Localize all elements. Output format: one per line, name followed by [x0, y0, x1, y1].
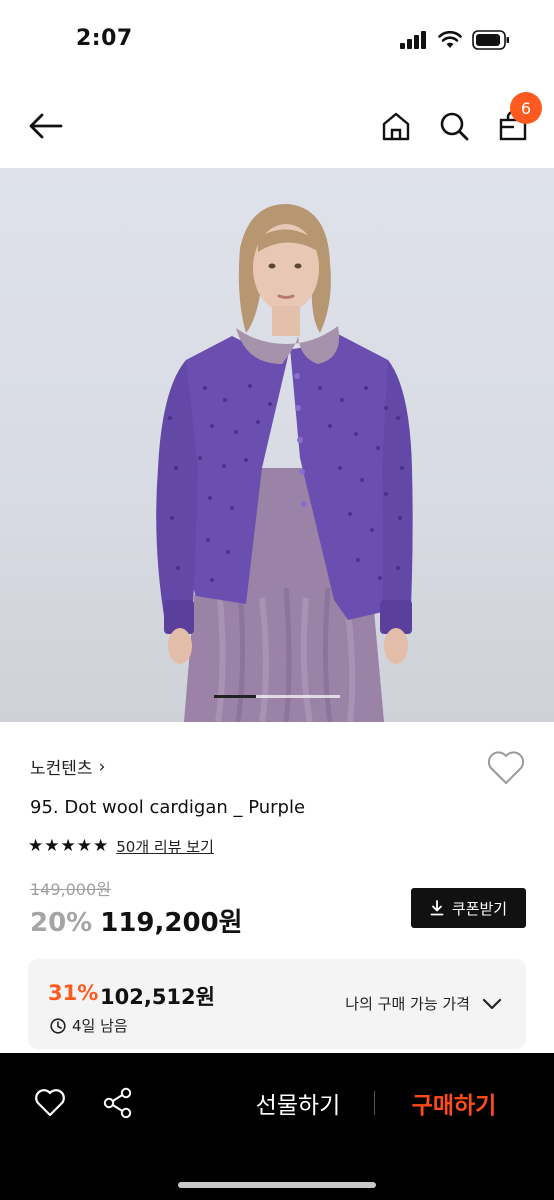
coupon-button[interactable]: 쿠폰받기 [411, 888, 526, 928]
cart-count-badge: 6 [510, 92, 542, 124]
remaining-time: 4일 남음 [50, 1015, 128, 1036]
sale-price: 119,200원 [100, 908, 243, 938]
star-icon: ★ [28, 836, 44, 856]
my-price-toggle[interactable]: 나의 구매 가능 가격 [345, 993, 502, 1014]
heart-icon [35, 1089, 65, 1117]
wifi-icon [438, 31, 462, 48]
carousel-progress-fill [214, 695, 256, 698]
nav-bar [0, 84, 554, 168]
back-button[interactable] [26, 106, 66, 146]
my-price: 102,512원 [100, 985, 215, 1009]
star-icon: ★ [60, 836, 76, 856]
status-time: 2:07 [76, 26, 133, 51]
back-arrow-icon [29, 113, 63, 139]
original-price: 149,000원 [30, 880, 111, 899]
home-button[interactable] [376, 106, 416, 146]
remaining-label: 4일 남음 [72, 1017, 128, 1035]
star-icon: ★ [76, 836, 92, 856]
bottom-action-bar: 선물하기 구매하기 [0, 1053, 554, 1200]
chevron-right-icon: › [98, 756, 106, 777]
star-icon: ★ [44, 836, 60, 856]
buy-button[interactable]: 구매하기 [392, 1083, 516, 1123]
discount-rate: 20% [30, 908, 93, 938]
status-bar: 2:07 [0, 0, 554, 84]
product-name: 95. Dot wool cardigan _ Purple [30, 797, 306, 818]
my-price-label: 나의 구매 가능 가격 [345, 995, 470, 1013]
product-photo [156, 203, 413, 722]
wishlist-heart-icon[interactable] [486, 750, 526, 786]
home-indicator [178, 1182, 376, 1188]
home-icon [382, 112, 410, 141]
share-icon [103, 1087, 132, 1119]
rating-row: ★ ★ ★ ★ ★ 50개 리뷰 보기 [28, 836, 214, 857]
product-image-carousel[interactable] [0, 168, 554, 722]
search-icon [440, 112, 469, 141]
download-icon [430, 900, 444, 916]
divider [374, 1091, 375, 1115]
price-row: 20% 119,200원 [30, 902, 243, 939]
signal-icon [400, 31, 426, 49]
review-link[interactable]: 50개 리뷰 보기 [116, 836, 214, 857]
status-icons [400, 30, 510, 50]
star-rating: ★ ★ ★ ★ ★ [28, 838, 108, 855]
clock-icon [50, 1017, 66, 1034]
carousel-progress [214, 695, 340, 698]
my-price-box[interactable]: 31% 102,512원 4일 남음 나의 구매 가능 가격 [28, 959, 526, 1049]
bottom-wishlist-button[interactable] [32, 1086, 68, 1120]
search-button[interactable] [434, 106, 474, 146]
battery-icon [472, 30, 509, 50]
coupon-button-label: 쿠폰받기 [451, 899, 508, 918]
star-icon: ★ [93, 836, 109, 856]
brand-name: 노컨텐츠 [30, 759, 93, 779]
share-button[interactable] [100, 1085, 136, 1121]
my-discount-rate: 31% [48, 981, 99, 1005]
chevron-down-icon [482, 998, 502, 1009]
gift-button[interactable]: 선물하기 [230, 1083, 366, 1123]
brand-link[interactable]: 노컨텐츠 › [30, 754, 106, 780]
